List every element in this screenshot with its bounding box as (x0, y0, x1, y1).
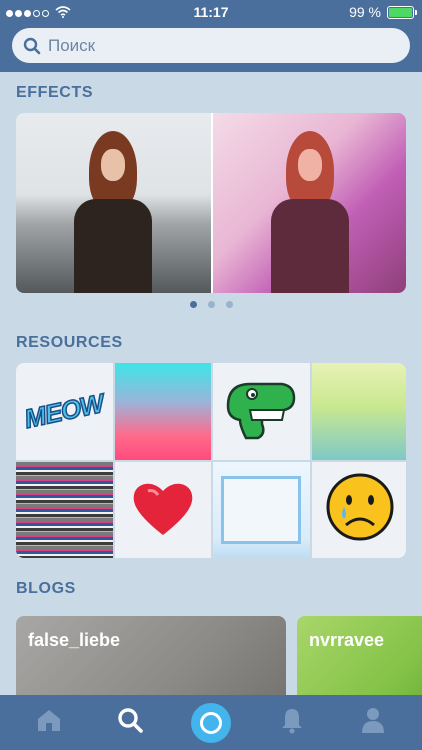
camera-icon (190, 702, 231, 743)
resource-frame[interactable] (213, 461, 310, 558)
resource-sky[interactable] (311, 363, 406, 460)
carousel-pager (0, 301, 422, 308)
status-bar: 11:17 99 % (0, 0, 422, 24)
pager-dot-2 (207, 301, 215, 308)
heart-icon (130, 477, 196, 542)
home-icon (35, 707, 63, 738)
search-bar[interactable] (12, 28, 410, 63)
frame-square (221, 475, 302, 544)
tab-profile[interactable] (351, 701, 395, 745)
blog-name: nvrravee (309, 630, 385, 650)
blog-card[interactable]: nvrravee (297, 616, 422, 706)
search-icon (116, 706, 144, 739)
tab-search[interactable] (108, 701, 152, 745)
top-bar: 11:17 99 % (0, 0, 422, 72)
effects-carousel[interactable] (16, 113, 406, 293)
tab-camera[interactable] (189, 701, 233, 745)
resource-crying-face-sticker[interactable] (311, 461, 406, 558)
pager-dot-3 (225, 301, 233, 308)
resource-glitch[interactable] (16, 461, 113, 558)
battery-status: 99 % (349, 4, 417, 20)
pager-dot-1 (189, 301, 197, 308)
blogs-section-title: BLOGS (16, 580, 76, 597)
bell-icon (280, 706, 304, 739)
tab-home[interactable] (27, 701, 71, 745)
portrait-image (64, 131, 159, 293)
crying-face-icon (324, 471, 396, 548)
tab-bar (0, 695, 422, 750)
blog-card[interactable]: false_liebe (16, 616, 286, 706)
resource-gradient[interactable] (114, 363, 211, 460)
search-input[interactable] (48, 35, 388, 56)
effects-section-title: EFFECTS (16, 84, 94, 101)
resource-meow-sticker[interactable]: MEOW (16, 363, 113, 460)
search-icon (22, 36, 42, 56)
resources-grid: MEOW (16, 363, 406, 558)
resource-heart-sticker[interactable] (114, 461, 211, 558)
resources-section-title: RESOURCES (16, 334, 123, 351)
profile-icon (361, 706, 385, 739)
tab-notifications[interactable] (270, 701, 314, 745)
dinosaur-icon (222, 376, 300, 447)
resource-dinosaur-sticker[interactable] (213, 363, 310, 460)
effect-preview-original[interactable] (16, 113, 211, 293)
battery-percent: 99 % (349, 4, 381, 20)
portrait-image-filtered (261, 131, 356, 293)
battery-icon (387, 5, 417, 19)
blog-name: false_liebe (28, 630, 121, 650)
meow-sticker-text: MEOW (21, 387, 107, 434)
effect-preview-filtered[interactable] (211, 113, 406, 293)
